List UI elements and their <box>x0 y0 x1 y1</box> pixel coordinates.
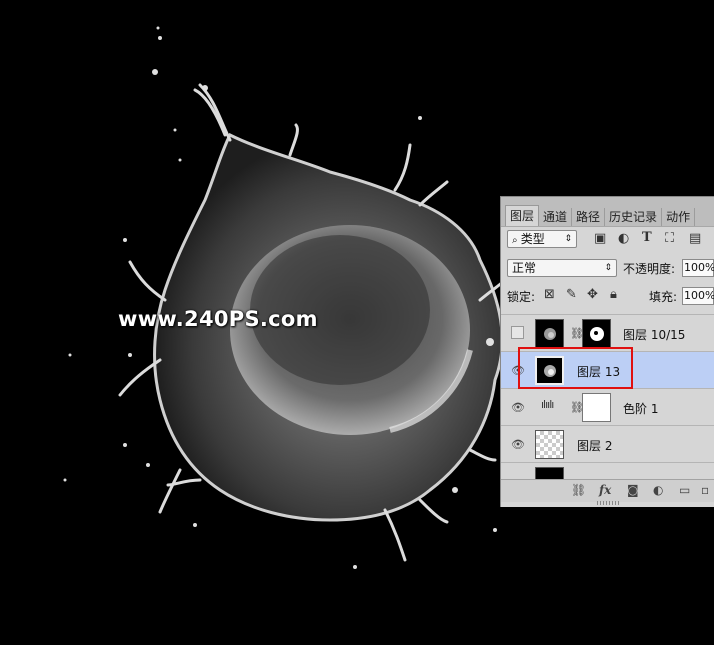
layer-name[interactable]: 图层 2 <box>577 437 612 454</box>
fill-input[interactable]: 100% <box>682 287 714 305</box>
move-icon[interactable]: ✥ <box>587 287 598 302</box>
layer-row[interactable]: ⛓ 图层 10/15 <box>501 314 714 351</box>
brush-icon[interactable]: ✎ <box>566 287 577 302</box>
layer-filter-select[interactable]: ⌕ 类型 ⇕ <box>507 230 577 248</box>
adjustment-icon[interactable]: ◐ <box>618 231 629 246</box>
panel-tabs: 图层 通道 路径 历史记录 动作 <box>501 197 714 227</box>
lock-transparent-icon[interactable]: ⊠ <box>544 287 555 302</box>
filter-select-value: 类型 <box>520 232 545 246</box>
panel-bottom-toolbar: ⛓ fx ◙ ◐ ▭ ▫ <box>501 479 714 502</box>
mask-icon[interactable]: ◙ <box>627 483 639 497</box>
eye-icon[interactable]: 👁︎ <box>511 401 525 414</box>
type-icon[interactable]: T <box>642 230 652 245</box>
shape-icon[interactable]: ⛶ <box>665 231 674 246</box>
blend-mode-value: 正常 <box>512 261 537 275</box>
tab-history[interactable]: 历史记录 <box>605 208 663 226</box>
updown-arrow-icon: ⇕ <box>604 263 612 273</box>
levels-icon: ılıılı <box>541 398 554 411</box>
layer-mask-thumbnail <box>582 393 611 422</box>
watermark-text: www.240PS.com <box>118 307 318 331</box>
image-icon[interactable]: ▣ <box>594 231 606 246</box>
blend-mode-select[interactable]: 正常 ⇕ <box>507 259 617 277</box>
adjustment-layer-icon[interactable]: ◐ <box>653 483 663 497</box>
layer-thumbnail <box>535 319 564 348</box>
tab-channels[interactable]: 通道 <box>539 208 573 226</box>
layer-row[interactable]: 👁︎ 图层 2 <box>501 425 714 462</box>
opacity-label: 不透明度: <box>623 262 676 276</box>
fx-icon[interactable]: fx <box>599 483 611 497</box>
link-icon[interactable]: ⛓ <box>571 483 586 497</box>
new-layer-icon[interactable]: ▫ <box>701 483 709 497</box>
fill-label: 填充: <box>649 290 678 304</box>
layer-name[interactable]: 色阶 1 <box>623 400 658 417</box>
layer-thumbnail <box>535 467 564 479</box>
group-folder-icon[interactable]: ▭ <box>679 483 690 497</box>
tab-layers[interactable]: 图层 <box>505 205 540 226</box>
lock-icon[interactable]: 🔒︎ <box>610 287 617 302</box>
search-icon: ⌕ <box>512 235 521 246</box>
resize-grip[interactable] <box>597 501 619 505</box>
annotation-highlight-box <box>518 347 633 389</box>
layer-name[interactable]: 图层 10/15 <box>623 326 685 343</box>
tab-paths[interactable]: 路径 <box>572 208 606 226</box>
smart-object-icon[interactable]: ▤ <box>689 231 701 246</box>
layer-mask-thumbnail <box>582 319 611 348</box>
opacity-input[interactable]: 100% <box>682 259 714 277</box>
lock-label: 锁定: <box>507 290 536 304</box>
layer-thumbnail <box>535 430 564 459</box>
layer-row[interactable]: 👁︎ ılıılı ⛓ 色阶 1 <box>501 388 714 425</box>
eye-icon[interactable]: 👁︎ <box>511 438 525 451</box>
tab-actions[interactable]: 动作 <box>662 208 696 226</box>
layer-row-partial[interactable] <box>501 462 714 479</box>
updown-arrow-icon: ⇕ <box>564 234 572 244</box>
visibility-toggle[interactable] <box>511 326 524 339</box>
